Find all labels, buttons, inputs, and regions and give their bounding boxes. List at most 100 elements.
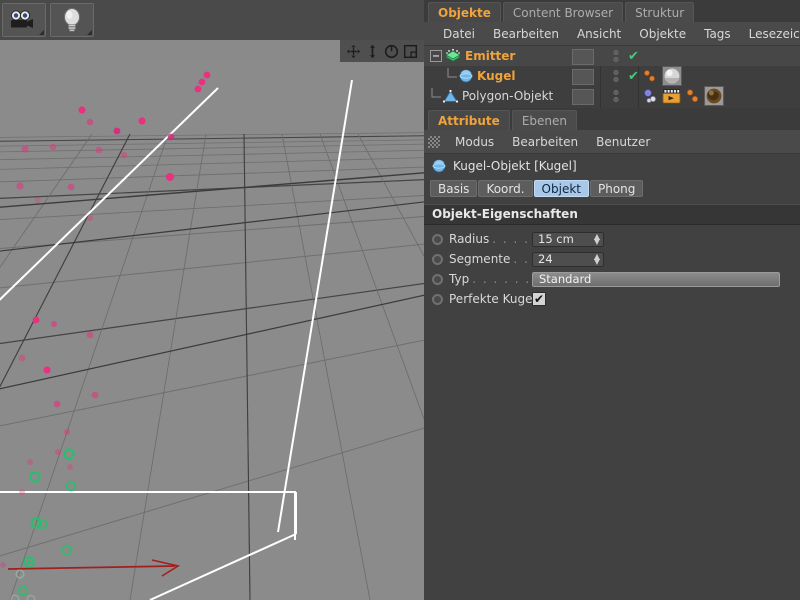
grid-dark-band-lower — [0, 294, 424, 390]
tab-ebenen[interactable]: Ebenen — [511, 110, 577, 130]
cinema4d-window: Objekte Content Browser Struktur Datei B… — [0, 0, 800, 600]
tree-branch-icon — [431, 88, 441, 98]
move-icon[interactable] — [346, 44, 361, 59]
menu-benutzer[interactable]: Benutzer — [587, 130, 659, 154]
material-earth-tag-icon[interactable] — [704, 86, 724, 106]
enabled-check-icon[interactable]: ✔ — [628, 69, 639, 84]
tab-content-browser[interactable]: Content Browser — [502, 2, 624, 22]
property-row-radius[interactable]: Radius . . . . . . . 15 cm ▲ ▼ — [424, 229, 800, 249]
dynamics-tag-icon[interactable] — [642, 87, 660, 105]
table-row[interactable]: Emitter ✔ — [424, 46, 800, 66]
tab-objekte[interactable]: Objekte — [428, 2, 501, 22]
object-row-emitter[interactable]: Emitter — [430, 46, 515, 66]
camera-glyph — [10, 10, 33, 28]
viewport-3d[interactable] — [0, 40, 424, 600]
grid-horizontal-lines — [0, 132, 424, 557]
particles-green — [10, 448, 77, 600]
visibility-dots-icon[interactable] — [606, 66, 626, 86]
object-manager-tree[interactable]: Emitter ✔ Kugel ✔ Polygon-Objekt — [424, 46, 800, 108]
viewport-render — [0, 71, 424, 600]
particle-tag-icon[interactable] — [684, 87, 702, 105]
tab-objekt[interactable]: Objekt — [533, 179, 589, 197]
viewport-nav-toolbar — [340, 40, 424, 62]
grid-depth-lines — [0, 133, 424, 600]
tag-list[interactable] — [642, 66, 682, 86]
animate-radio-icon[interactable] — [432, 293, 443, 305]
menu-datei[interactable]: Datei — [434, 22, 484, 46]
scene-geometry — [0, 71, 424, 600]
property-label: Typ — [449, 272, 470, 286]
segmente-value: 24 — [538, 252, 553, 266]
radius-input[interactable]: 15 cm ▲ ▼ — [532, 231, 604, 247]
object-label: Emitter — [465, 49, 516, 63]
polygon-object-outline-2 — [0, 491, 297, 600]
animate-radio-icon[interactable] — [432, 273, 443, 285]
object-row-polygon[interactable]: Polygon-Objekt — [430, 86, 553, 106]
typ-dropdown[interactable]: Standard — [532, 271, 780, 287]
perfekte-kugel-checkbox[interactable]: ✔ — [532, 292, 546, 306]
mograph-tag-icon[interactable] — [662, 87, 682, 105]
light-icon[interactable] — [50, 3, 94, 37]
segmente-input[interactable]: 24 ▲ ▼ — [532, 251, 604, 267]
table-row[interactable]: Kugel ✔ — [424, 66, 800, 86]
property-label: Segmente — [449, 252, 511, 266]
menu-modus[interactable]: Modus — [446, 130, 503, 154]
sphere-icon — [459, 69, 473, 83]
viewport-scene — [0, 62, 424, 600]
menu-ansicht[interactable]: Ansicht — [568, 22, 630, 46]
animate-radio-icon[interactable] — [432, 233, 443, 245]
animate-radio-icon[interactable] — [432, 253, 443, 265]
attribute-object-title: Kugel-Objekt [Kugel] — [424, 154, 800, 178]
tab-basis[interactable]: Basis — [430, 179, 478, 197]
tab-struktur[interactable]: Struktur — [625, 2, 695, 22]
property-label: Perfekte Kugel — [449, 292, 536, 306]
zoom-icon[interactable] — [365, 44, 380, 59]
layer-swatch[interactable] — [572, 89, 594, 105]
object-label: Polygon-Objekt — [462, 89, 554, 103]
property-row-typ[interactable]: Typ . . . . . . . . . Standard — [424, 269, 800, 289]
menu-tags[interactable]: Tags — [695, 22, 740, 46]
property-row-segmente[interactable]: Segmente . . . . 24 ▲▼ — [424, 249, 800, 269]
visibility-dots-icon[interactable] — [606, 46, 626, 66]
attribute-manager-tabstrip: Attribute Ebenen — [424, 108, 800, 130]
group-header-objekt-eigenschaften: Objekt-Eigenschaften — [424, 204, 800, 225]
stepper-icon[interactable]: ▲ ▼ — [594, 252, 600, 265]
right-panel-column: Objekte Content Browser Struktur Datei B… — [424, 0, 800, 600]
particle-tag-icon[interactable] — [642, 67, 660, 85]
visibility-dots-icon[interactable] — [606, 86, 626, 106]
sphere-icon — [432, 159, 446, 173]
object-row-kugel[interactable]: Kugel — [446, 66, 515, 86]
attribute-manager-menubar: Modus Bearbeiten Benutzer — [424, 130, 800, 154]
grip-icon[interactable] — [428, 135, 440, 148]
expand-minus-icon[interactable] — [430, 50, 442, 62]
camera-icon[interactable] — [2, 3, 46, 37]
enabled-check-icon[interactable]: ✔ — [628, 49, 639, 64]
stepper-icon[interactable]: ▲ ▼ — [594, 232, 600, 245]
menu-lesezeichen[interactable]: Lesezeichen — [740, 22, 800, 46]
tab-koord[interactable]: Koord. — [478, 179, 533, 197]
tab-phong[interactable]: Phong — [589, 179, 644, 197]
viewport-column — [0, 0, 424, 600]
tag-list[interactable] — [642, 86, 724, 106]
object-manager-tabstrip: Objekte Content Browser Struktur — [424, 0, 800, 22]
maximize-icon[interactable] — [403, 44, 418, 59]
material-sphere-tag-icon[interactable] — [662, 66, 682, 86]
object-label: Kugel — [477, 69, 516, 83]
property-label: Radius — [449, 232, 490, 246]
grid-dark-band-mid — [0, 201, 424, 252]
menu-bearbeiten[interactable]: Bearbeiten — [484, 22, 568, 46]
tab-attribute[interactable]: Attribute — [428, 110, 510, 130]
object-title-label: Kugel-Objekt [Kugel] — [453, 159, 577, 173]
object-manager-menubar: Datei Bearbeiten Ansicht Objekte Tags Le… — [424, 22, 800, 46]
menu-bearbeiten[interactable]: Bearbeiten — [503, 130, 587, 154]
top-toolbar — [0, 0, 424, 40]
radius-value: 15 cm — [538, 232, 574, 246]
layer-swatch[interactable] — [572, 49, 594, 65]
polygon-icon — [443, 89, 458, 103]
property-row-perfekte-kugel[interactable]: Perfekte Kugel ✔ — [424, 289, 800, 309]
menu-objekte[interactable]: Objekte — [630, 22, 695, 46]
layer-swatch[interactable] — [572, 69, 594, 85]
rotate-icon[interactable] — [384, 44, 399, 59]
table-row[interactable]: Polygon-Objekt — [424, 86, 800, 106]
attribute-property-tabs: Basis Koord. Objekt Phong — [424, 178, 800, 198]
